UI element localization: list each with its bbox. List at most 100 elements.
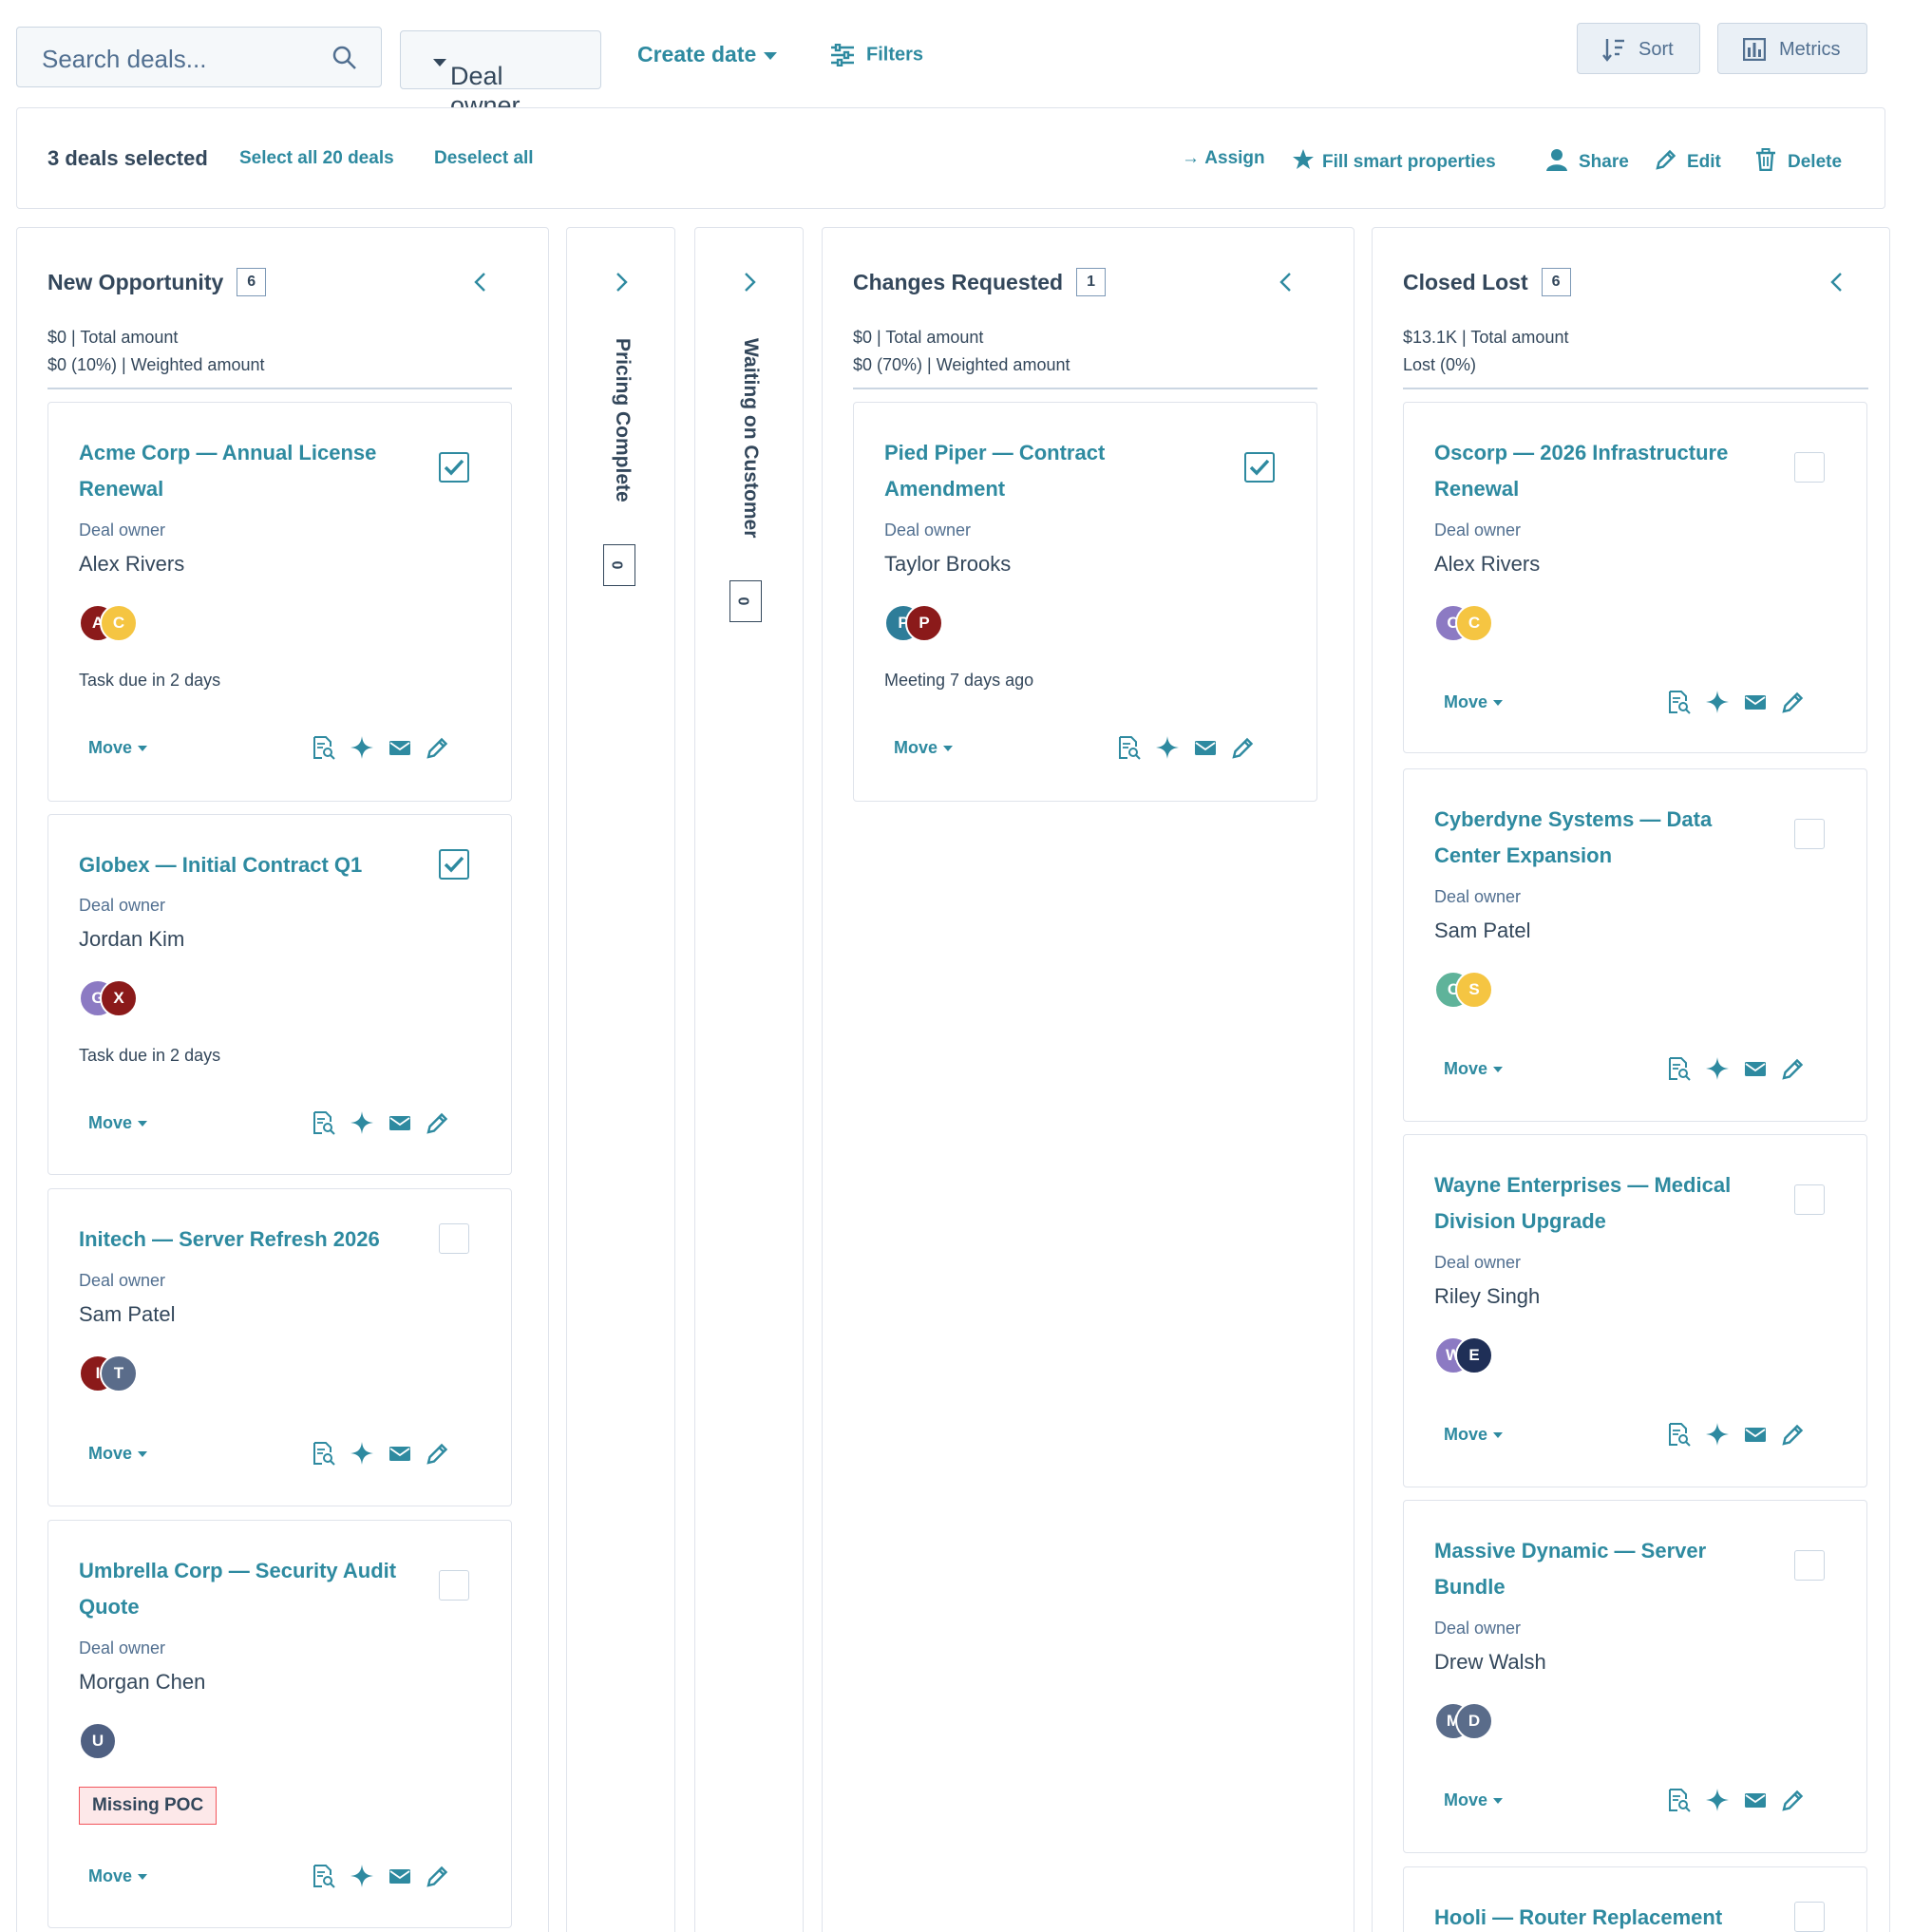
delete-button[interactable]: Delete: [1755, 148, 1842, 173]
avatar[interactable]: P: [905, 604, 943, 642]
deal-card[interactable]: Cyberdyne Systems — Data Center Expansio…: [1403, 768, 1867, 1122]
email-icon[interactable]: [1743, 1788, 1768, 1812]
deal-checkbox[interactable]: [439, 849, 469, 880]
pencil-icon[interactable]: [1781, 690, 1806, 714]
deal-title[interactable]: Oscorp — 2026 Infrastructure Renewal: [1434, 435, 1757, 507]
move-button[interactable]: Move: [1444, 692, 1504, 712]
avatar[interactable]: D: [1455, 1702, 1493, 1740]
filters-button[interactable]: Filters: [830, 43, 923, 67]
deal-card[interactable]: Wayne Enterprises — Medical Division Upg…: [1403, 1134, 1867, 1487]
preview-icon[interactable]: [1117, 735, 1142, 760]
avatar[interactable]: S: [1455, 971, 1493, 1009]
deal-owner-filter[interactable]: Deal owner: [400, 30, 601, 120]
sort-button[interactable]: Sort: [1577, 23, 1700, 74]
avatar[interactable]: C: [100, 604, 138, 642]
chevron-left-icon[interactable]: [470, 272, 491, 293]
deal-title[interactable]: Wayne Enterprises — Medical Division Upg…: [1434, 1167, 1757, 1240]
deal-card[interactable]: Oscorp — 2026 Infrastructure Renewal Dea…: [1403, 402, 1867, 753]
deselect-all-link[interactable]: Deselect all: [434, 148, 534, 169]
avatar[interactable]: E: [1455, 1336, 1493, 1374]
sparkle-icon[interactable]: [1705, 1788, 1730, 1812]
share-button[interactable]: Share: [1546, 148, 1629, 173]
pencil-icon[interactable]: [426, 1864, 450, 1888]
deal-title[interactable]: Globex — Initial Contract Q1: [79, 847, 402, 883]
chevron-right-icon[interactable]: [611, 272, 632, 293]
deal-checkbox[interactable]: [439, 1570, 469, 1601]
avatar[interactable]: U: [79, 1722, 117, 1760]
chevron-left-icon[interactable]: [1276, 272, 1297, 293]
deal-checkbox[interactable]: [1794, 1550, 1825, 1581]
sparkle-icon[interactable]: [350, 1864, 374, 1888]
deal-card[interactable]: Massive Dynamic — Server Bundle Deal own…: [1403, 1500, 1867, 1853]
deal-card[interactable]: Globex — Initial Contract Q1 Deal owner …: [47, 814, 512, 1175]
pencil-icon[interactable]: [426, 735, 450, 760]
sparkle-icon[interactable]: [1705, 1056, 1730, 1081]
deal-checkbox[interactable]: [1794, 819, 1825, 849]
deal-card[interactable]: Umbrella Corp — Security Audit Quote Dea…: [47, 1520, 512, 1928]
sparkle-icon[interactable]: [350, 1110, 374, 1135]
move-button[interactable]: Move: [88, 1444, 148, 1464]
deal-title[interactable]: Initech — Server Refresh 2026: [79, 1222, 402, 1258]
metrics-button[interactable]: Metrics: [1717, 23, 1867, 74]
deal-title[interactable]: Acme Corp — Annual License Renewal: [79, 435, 402, 507]
preview-icon[interactable]: [1667, 1056, 1692, 1081]
preview-icon[interactable]: [312, 1110, 336, 1135]
deal-title[interactable]: Pied Piper — Contract Amendment: [884, 435, 1207, 507]
search-input[interactable]: Search deals...: [42, 45, 206, 74]
deal-card[interactable]: Pied Piper — Contract Amendment Deal own…: [853, 402, 1317, 802]
assign-button[interactable]: → Assign: [1182, 148, 1265, 169]
deal-checkbox[interactable]: [439, 1223, 469, 1254]
chevron-left-icon[interactable]: [1827, 272, 1847, 293]
email-icon[interactable]: [388, 1441, 412, 1466]
search-icon[interactable]: [331, 45, 358, 71]
move-button[interactable]: Move: [88, 1113, 148, 1133]
preview-icon[interactable]: [312, 1864, 336, 1888]
move-button[interactable]: Move: [88, 1866, 148, 1886]
column-waiting-on-customer[interactable]: Waiting on Customer 0: [694, 227, 804, 1932]
move-button[interactable]: Move: [894, 738, 954, 758]
preview-icon[interactable]: [312, 735, 336, 760]
pencil-icon[interactable]: [1781, 1788, 1806, 1812]
deal-checkbox[interactable]: [1794, 452, 1825, 483]
email-icon[interactable]: [1743, 1056, 1768, 1081]
pencil-icon[interactable]: [1781, 1056, 1806, 1081]
chevron-right-icon[interactable]: [739, 272, 760, 293]
deal-title[interactable]: Cyberdyne Systems — Data Center Expansio…: [1434, 802, 1757, 874]
pencil-icon[interactable]: [1231, 735, 1256, 760]
preview-icon[interactable]: [1667, 1788, 1692, 1812]
preview-icon[interactable]: [1667, 690, 1692, 714]
select-all-link[interactable]: Select all 20 deals: [239, 148, 394, 169]
deal-title[interactable]: Hooli — Router Replacement: [1434, 1900, 1757, 1932]
deal-card[interactable]: Acme Corp — Annual License Renewal Deal …: [47, 402, 512, 802]
deal-checkbox[interactable]: [1794, 1184, 1825, 1215]
preview-icon[interactable]: [312, 1441, 336, 1466]
deal-title[interactable]: Umbrella Corp — Security Audit Quote: [79, 1553, 402, 1625]
edit-button[interactable]: Edit: [1655, 148, 1721, 173]
deal-title[interactable]: Massive Dynamic — Server Bundle: [1434, 1533, 1757, 1605]
email-icon[interactable]: [1743, 690, 1768, 714]
preview-icon[interactable]: [1667, 1422, 1692, 1447]
email-icon[interactable]: [388, 1110, 412, 1135]
move-button[interactable]: Move: [88, 738, 148, 758]
pencil-icon[interactable]: [1781, 1422, 1806, 1447]
create-date-filter[interactable]: Create date: [637, 42, 778, 67]
move-button[interactable]: Move: [1444, 1790, 1504, 1810]
search-deals-box[interactable]: Search deals...: [16, 27, 382, 87]
deal-checkbox[interactable]: [439, 452, 469, 483]
avatar[interactable]: X: [100, 979, 138, 1017]
deal-card[interactable]: Initech — Server Refresh 2026 Deal owner…: [47, 1188, 512, 1506]
sparkle-icon[interactable]: [1705, 1422, 1730, 1447]
avatar[interactable]: T: [100, 1354, 138, 1392]
sparkle-icon[interactable]: [1705, 690, 1730, 714]
avatar[interactable]: C: [1455, 604, 1493, 642]
deal-checkbox[interactable]: [1244, 452, 1275, 483]
sparkle-icon[interactable]: [350, 1441, 374, 1466]
sparkle-icon[interactable]: [1155, 735, 1180, 760]
fill-smart-properties-button[interactable]: Fill smart properties: [1292, 148, 1496, 173]
pencil-icon[interactable]: [426, 1110, 450, 1135]
sparkle-icon[interactable]: [350, 735, 374, 760]
email-icon[interactable]: [1193, 735, 1218, 760]
column-pricing-complete[interactable]: Pricing Complete 0: [566, 227, 675, 1932]
email-icon[interactable]: [1743, 1422, 1768, 1447]
pencil-icon[interactable]: [426, 1441, 450, 1466]
